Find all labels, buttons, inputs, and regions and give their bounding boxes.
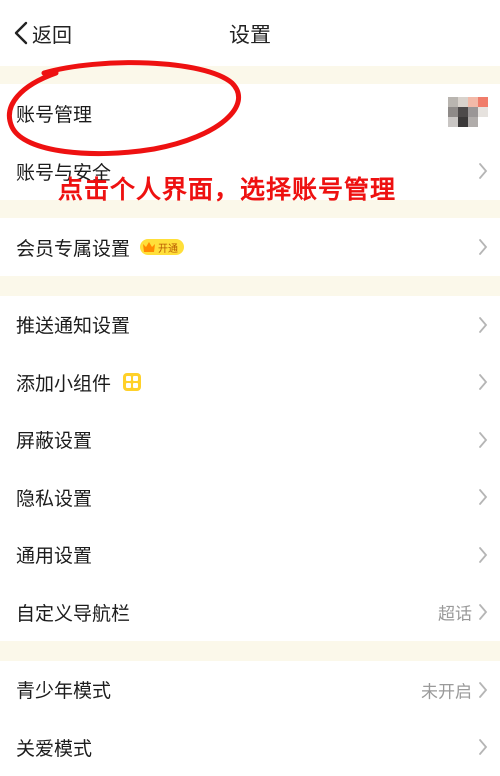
page-title: 设置 (229, 23, 271, 47)
custom-nav-label: 自定义导航栏 (16, 602, 131, 625)
chevron-right-icon (479, 604, 488, 621)
add-widget-label: 添加小组件 (16, 372, 112, 395)
push-label: 推送通知设置 (16, 315, 131, 338)
settings-item-add-widget[interactable]: 添加小组件 (0, 353, 500, 411)
settings-item-teen-mode[interactable]: 青少年模式 未开启 (0, 661, 500, 719)
chevron-right-icon (479, 239, 488, 255)
annotation-text: 点击个人界面，选择账号管理 (58, 175, 397, 204)
nav-bar: 返回 设置 (0, 0, 500, 66)
member-settings-label: 会员专属设置 (16, 237, 131, 260)
settings-item-member[interactable]: 会员专属设置 开通 (0, 218, 500, 276)
chevron-right-icon (479, 374, 488, 391)
settings-item-account-management[interactable]: 账号管理 (0, 84, 500, 142)
chevron-right-icon (479, 316, 488, 333)
crown-icon (143, 242, 156, 252)
chevron-right-icon (479, 739, 488, 756)
custom-nav-value: 超话 (438, 604, 472, 625)
care-mode-label: 关爱模式 (16, 737, 93, 760)
block-label: 屏蔽设置 (16, 430, 93, 453)
chevron-right-icon (479, 681, 488, 698)
settings-item-general[interactable]: 通用设置 (0, 526, 500, 584)
section-gap (0, 66, 500, 84)
chevron-right-icon (479, 546, 488, 563)
settings-item-care-mode[interactable]: 关爱模式 (0, 718, 500, 776)
settings-item-block[interactable]: 屏蔽设置 (0, 411, 500, 469)
account-management-label: 账号管理 (16, 103, 93, 126)
privacy-label: 隐私设置 (16, 487, 93, 510)
settings-item-push[interactable]: 推送通知设置 (0, 296, 500, 354)
widget-icon (123, 373, 142, 392)
general-label: 通用设置 (16, 545, 93, 568)
chevron-right-icon (479, 163, 488, 179)
settings-item-privacy[interactable]: 隐私设置 (0, 468, 500, 526)
settings-item-custom-nav[interactable]: 自定义导航栏 超话 (0, 583, 500, 641)
teen-mode-label: 青少年模式 (16, 680, 112, 703)
teen-mode-value: 未开启 (421, 682, 472, 703)
avatar[interactable] (448, 93, 488, 133)
chevron-right-icon (479, 431, 488, 448)
section-gap (0, 276, 500, 296)
vip-badge: 开通 (140, 239, 185, 255)
section-gap (0, 641, 500, 661)
chevron-right-icon (479, 489, 488, 506)
vip-badge-label: 开通 (158, 243, 179, 255)
